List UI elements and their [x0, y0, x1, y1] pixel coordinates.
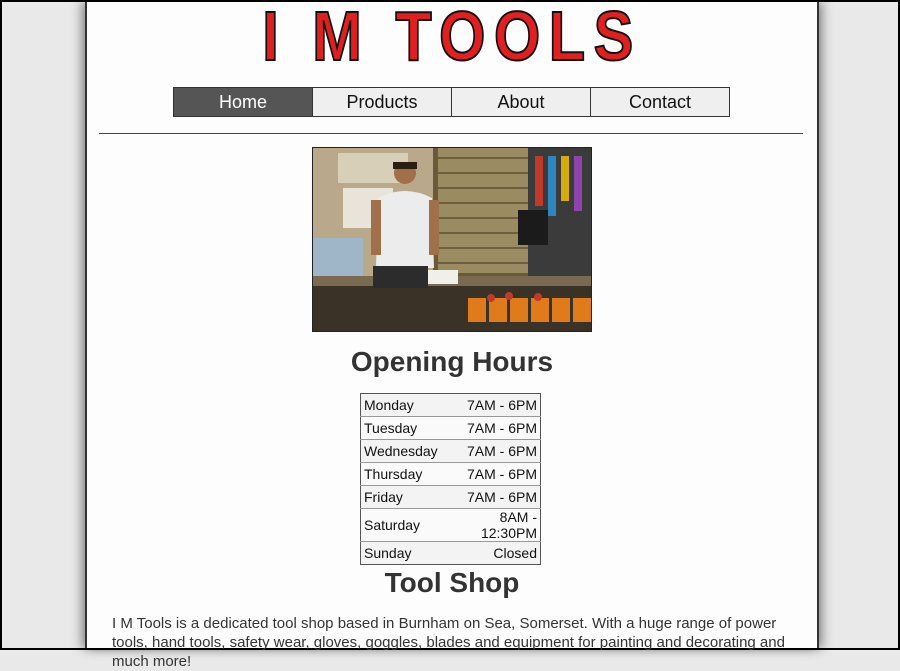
- site-logo[interactable]: I M TOOLS: [142, 0, 763, 76]
- shop-description: I M Tools is a dedicated tool shop based…: [112, 615, 785, 670]
- main-nav: Home Products About Contact: [173, 87, 730, 117]
- day-cell: Wednesday: [360, 439, 441, 463]
- day-cell: Saturday: [360, 508, 441, 542]
- table-row: Wednesday 7AM - 6PM: [360, 439, 541, 463]
- time-cell: 7AM - 6PM: [440, 439, 541, 463]
- day-cell: Friday: [360, 485, 441, 509]
- nav-home[interactable]: Home: [174, 88, 313, 116]
- nav-contact[interactable]: Contact: [591, 88, 729, 116]
- time-cell: Closed: [440, 541, 541, 565]
- opening-hours-table: Monday 7AM - 6PM Tuesday 7AM - 6PM Wedne…: [360, 393, 541, 565]
- day-cell: Sunday: [360, 541, 441, 565]
- time-cell: 7AM - 6PM: [440, 393, 541, 417]
- browser-viewport: I M TOOLS Home Products About Contact Op…: [0, 0, 900, 670]
- table-row: Friday 7AM - 6PM: [360, 485, 541, 509]
- table-row: Saturday 8AM - 12:30PM: [360, 508, 541, 542]
- opening-hours-heading: Opening Hours: [350, 346, 554, 377]
- nav-products[interactable]: Products: [313, 88, 452, 116]
- table-row: Thursday 7AM - 6PM: [360, 462, 541, 486]
- day-cell: Monday: [360, 393, 441, 417]
- table-row: Sunday Closed: [360, 541, 541, 565]
- day-cell: Thursday: [360, 462, 441, 486]
- time-cell: 7AM - 6PM: [440, 462, 541, 486]
- time-cell: 7AM - 6PM: [440, 485, 541, 509]
- nav-about[interactable]: About: [452, 88, 591, 116]
- time-cell: 8AM - 12:30PM: [440, 508, 541, 542]
- table-row: Monday 7AM - 6PM: [360, 393, 541, 417]
- time-cell: 7AM - 6PM: [440, 416, 541, 440]
- tool-shop-heading: Tool Shop: [384, 567, 520, 598]
- page-container: I M TOOLS Home Products About Contact Op…: [85, 0, 819, 670]
- header-divider: [99, 133, 803, 134]
- day-cell: Tuesday: [360, 416, 441, 440]
- table-row: Tuesday 7AM - 6PM: [360, 416, 541, 440]
- shop-photo: [312, 147, 592, 332]
